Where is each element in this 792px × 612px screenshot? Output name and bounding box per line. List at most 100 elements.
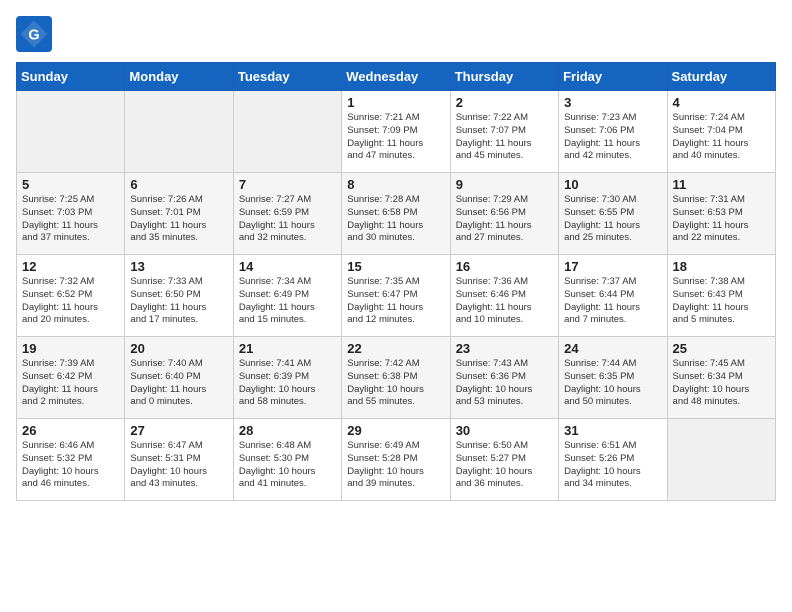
logo-icon: G — [16, 16, 52, 52]
calendar-cell — [667, 419, 775, 501]
calendar-cell: 5Sunrise: 7:25 AM Sunset: 7:03 PM Daylig… — [17, 173, 125, 255]
day-info: Sunrise: 6:51 AM Sunset: 5:26 PM Dayligh… — [564, 440, 661, 491]
calendar-cell: 13 Sunrise: 7:33 AM Sunset: 6:50 PM Dayli… — [125, 255, 233, 337]
calendar-cell: 22 Sunrise: 7:42 AM Sunset: 6:38 PM Dayli… — [342, 337, 450, 419]
day-info: Sunrise: 7:40 AM Sunset: 6:40 PM Dayligh… — [130, 358, 227, 409]
day-info: Sunrise: 6:47 AM Sunset: 5:31 PM Dayligh… — [130, 440, 227, 491]
day-info: Sunrise: 7:36 AM Sunset: 6:46 PM Dayligh… — [456, 276, 553, 327]
calendar-cell: 31 Sunrise: 6:51 AM Sunset: 5:26 PM Dayli… — [559, 419, 667, 501]
day-header-friday: Friday — [559, 63, 667, 91]
calendar-week-row: 1 Sunrise: 7:21 AM Sunset: 7:09 PM Daylig… — [17, 91, 776, 173]
calendar-cell: 9Sunrise: 7:29 AM Sunset: 6:56 PM Daylig… — [450, 173, 558, 255]
day-number: 13 — [130, 259, 227, 274]
day-header-tuesday: Tuesday — [233, 63, 341, 91]
day-number: 5 — [22, 177, 119, 192]
calendar-cell: 16 Sunrise: 7:36 AM Sunset: 6:46 PM Dayli… — [450, 255, 558, 337]
calendar-cell — [233, 91, 341, 173]
calendar-cell: 23 Sunrise: 7:43 AM Sunset: 6:36 PM Dayli… — [450, 337, 558, 419]
day-number: 21 — [239, 341, 336, 356]
day-number: 9 — [456, 177, 553, 192]
calendar-week-row: 26 Sunrise: 6:46 AM Sunset: 5:32 PM Dayli… — [17, 419, 776, 501]
calendar-cell: 26 Sunrise: 6:46 AM Sunset: 5:32 PM Dayli… — [17, 419, 125, 501]
day-number: 28 — [239, 423, 336, 438]
calendar-cell: 11 Sunrise: 7:31 AM Sunset: 6:53 PM Dayli… — [667, 173, 775, 255]
calendar-cell: 14Sunrise: 7:34 AM Sunset: 6:49 PM Dayli… — [233, 255, 341, 337]
calendar-table: SundayMondayTuesdayWednesdayThursdayFrid… — [16, 62, 776, 501]
page-header: G — [16, 16, 776, 52]
day-number: 15 — [347, 259, 444, 274]
day-info: Sunrise: 7:39 AM Sunset: 6:42 PM Dayligh… — [22, 358, 119, 409]
day-info: Sunrise: 6:49 AM Sunset: 5:28 PM Dayligh… — [347, 440, 444, 491]
day-number: 10 — [564, 177, 661, 192]
day-info: Sunrise: 6:46 AM Sunset: 5:32 PM Dayligh… — [22, 440, 119, 491]
day-number: 18 — [673, 259, 770, 274]
calendar-cell — [125, 91, 233, 173]
calendar-cell: 25 Sunrise: 7:45 AM Sunset: 6:34 PM Dayli… — [667, 337, 775, 419]
svg-text:G: G — [28, 27, 39, 43]
day-number: 26 — [22, 423, 119, 438]
day-number: 22 — [347, 341, 444, 356]
calendar-cell: 15Sunrise: 7:35 AM Sunset: 6:47 PM Dayli… — [342, 255, 450, 337]
day-info: Sunrise: 7:27 AM Sunset: 6:59 PM Dayligh… — [239, 194, 336, 245]
day-header-sunday: Sunday — [17, 63, 125, 91]
day-info: Sunrise: 7:43 AM Sunset: 6:36 PM Dayligh… — [456, 358, 553, 409]
day-header-monday: Monday — [125, 63, 233, 91]
day-info: Sunrise: 7:24 AM Sunset: 7:04 PM Dayligh… — [673, 112, 770, 163]
calendar-cell — [17, 91, 125, 173]
day-info: Sunrise: 7:45 AM Sunset: 6:34 PM Dayligh… — [673, 358, 770, 409]
day-number: 14 — [239, 259, 336, 274]
calendar-cell: 3Sunrise: 7:23 AM Sunset: 7:06 PM Daylig… — [559, 91, 667, 173]
day-number: 23 — [456, 341, 553, 356]
day-number: 30 — [456, 423, 553, 438]
day-header-wednesday: Wednesday — [342, 63, 450, 91]
day-number: 19 — [22, 341, 119, 356]
calendar-header-row: SundayMondayTuesdayWednesdayThursdayFrid… — [17, 63, 776, 91]
day-number: 27 — [130, 423, 227, 438]
day-info: Sunrise: 7:31 AM Sunset: 6:53 PM Dayligh… — [673, 194, 770, 245]
day-info: Sunrise: 7:42 AM Sunset: 6:38 PM Dayligh… — [347, 358, 444, 409]
day-number: 2 — [456, 95, 553, 110]
day-number: 17 — [564, 259, 661, 274]
day-info: Sunrise: 7:38 AM Sunset: 6:43 PM Dayligh… — [673, 276, 770, 327]
calendar-cell: 30 Sunrise: 6:50 AM Sunset: 5:27 PM Dayli… — [450, 419, 558, 501]
day-number: 29 — [347, 423, 444, 438]
calendar-week-row: 5Sunrise: 7:25 AM Sunset: 7:03 PM Daylig… — [17, 173, 776, 255]
calendar-cell: 17 Sunrise: 7:37 AM Sunset: 6:44 PM Dayli… — [559, 255, 667, 337]
day-number: 4 — [673, 95, 770, 110]
day-number: 31 — [564, 423, 661, 438]
day-number: 16 — [456, 259, 553, 274]
calendar-cell: 19 Sunrise: 7:39 AM Sunset: 6:42 PM Dayli… — [17, 337, 125, 419]
day-number: 25 — [673, 341, 770, 356]
day-info: Sunrise: 7:30 AM Sunset: 6:55 PM Dayligh… — [564, 194, 661, 245]
day-number: 1 — [347, 95, 444, 110]
calendar-cell: 28 Sunrise: 6:48 AM Sunset: 5:30 PM Dayli… — [233, 419, 341, 501]
day-info: Sunrise: 6:50 AM Sunset: 5:27 PM Dayligh… — [456, 440, 553, 491]
day-header-thursday: Thursday — [450, 63, 558, 91]
day-number: 11 — [673, 177, 770, 192]
day-number: 3 — [564, 95, 661, 110]
day-number: 12 — [22, 259, 119, 274]
calendar-cell: 29 Sunrise: 6:49 AM Sunset: 5:28 PM Dayli… — [342, 419, 450, 501]
calendar-cell: 24 Sunrise: 7:44 AM Sunset: 6:35 PM Dayli… — [559, 337, 667, 419]
day-info: Sunrise: 7:33 AM Sunset: 6:50 PM Dayligh… — [130, 276, 227, 327]
day-info: Sunrise: 6:48 AM Sunset: 5:30 PM Dayligh… — [239, 440, 336, 491]
day-info: Sunrise: 7:22 AM Sunset: 7:07 PM Dayligh… — [456, 112, 553, 163]
day-info: Sunrise: 7:44 AM Sunset: 6:35 PM Dayligh… — [564, 358, 661, 409]
day-number: 24 — [564, 341, 661, 356]
day-header-saturday: Saturday — [667, 63, 775, 91]
calendar-cell: 10 Sunrise: 7:30 AM Sunset: 6:55 PM Dayli… — [559, 173, 667, 255]
day-number: 8 — [347, 177, 444, 192]
calendar-cell: 12 Sunrise: 7:32 AM Sunset: 6:52 PM Dayli… — [17, 255, 125, 337]
calendar-cell: 6Sunrise: 7:26 AM Sunset: 7:01 PM Daylig… — [125, 173, 233, 255]
calendar-cell: 27 Sunrise: 6:47 AM Sunset: 5:31 PM Dayli… — [125, 419, 233, 501]
calendar-cell: 8Sunrise: 7:28 AM Sunset: 6:58 PM Daylig… — [342, 173, 450, 255]
day-info: Sunrise: 7:37 AM Sunset: 6:44 PM Dayligh… — [564, 276, 661, 327]
day-info: Sunrise: 7:21 AM Sunset: 7:09 PM Dayligh… — [347, 112, 444, 163]
day-info: Sunrise: 7:41 AM Sunset: 6:39 PM Dayligh… — [239, 358, 336, 409]
calendar-cell: 18 Sunrise: 7:38 AM Sunset: 6:43 PM Dayli… — [667, 255, 775, 337]
calendar-cell: 2 Sunrise: 7:22 AM Sunset: 7:07 PM Daylig… — [450, 91, 558, 173]
calendar-cell: 1 Sunrise: 7:21 AM Sunset: 7:09 PM Daylig… — [342, 91, 450, 173]
calendar-cell: 21 Sunrise: 7:41 AM Sunset: 6:39 PM Dayli… — [233, 337, 341, 419]
day-number: 20 — [130, 341, 227, 356]
day-info: Sunrise: 7:32 AM Sunset: 6:52 PM Dayligh… — [22, 276, 119, 327]
